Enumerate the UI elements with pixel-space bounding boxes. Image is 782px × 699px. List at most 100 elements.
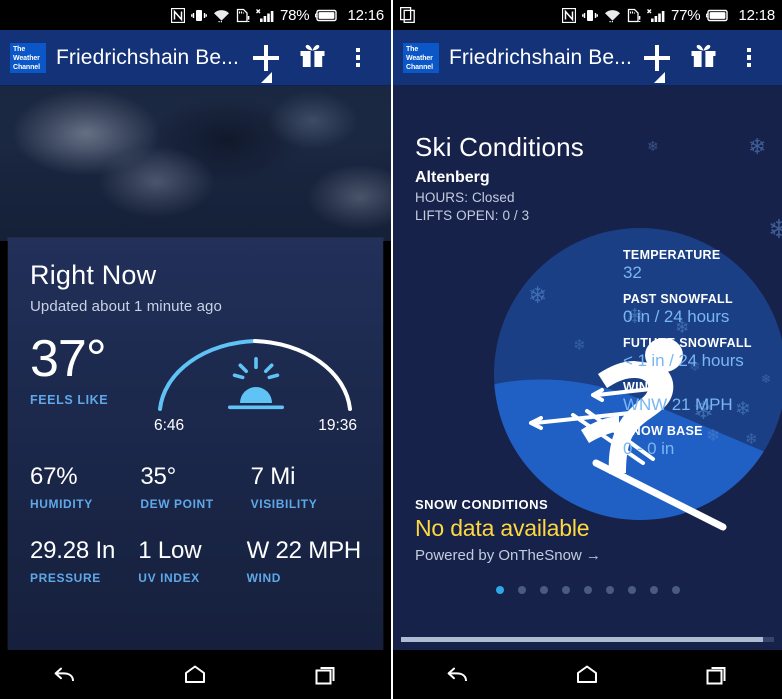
clock-right: 12:18 (738, 6, 775, 24)
back-button-left[interactable] (33, 650, 97, 699)
ski-stat-label-temperature: TEMPERATURE (623, 248, 721, 262)
snow-conditions-block: SNOW CONDITIONS No data available Powere… (415, 497, 601, 564)
recents-button-left[interactable] (294, 650, 358, 699)
ski-stat-value-snow-base: 0 - 0 in (623, 439, 675, 458)
feels-like-block: 37° FEELS LIKE (30, 333, 148, 408)
metric-value: 1 Low (138, 537, 202, 564)
snowflake-icon: ❄ (573, 337, 586, 354)
home-icon (577, 665, 598, 683)
ski-header-block: Ski Conditions Altenberg HOURS: Closed L… (415, 132, 584, 223)
status-bar-icons-right: 77% 12:18 (562, 7, 775, 24)
plus-icon (644, 44, 670, 71)
gift-icon (299, 42, 326, 73)
snowflake-icon: ❄ (528, 282, 548, 308)
metric-value: 35° (140, 463, 177, 490)
right-now-main-row: 37° FEELS LIKE 6:46 19:36 (30, 333, 361, 435)
status-bar-right: 77% 12:18 (393, 0, 782, 30)
phone-screen-left: 78% 12:16 The Weather Channel Friedrichs… (0, 0, 391, 699)
logo-line-1: The (13, 45, 26, 53)
logo-line-3: Channel (406, 64, 433, 72)
gift-button-right[interactable] (680, 34, 726, 82)
metric-label: DEW POINT (140, 497, 214, 511)
more-vert-icon (355, 47, 361, 68)
metric-uv-index: 1 Low UV INDEX (138, 537, 246, 585)
metric-label: PRESSURE (30, 571, 101, 585)
overflow-menu-button-right[interactable] (726, 34, 772, 82)
page-dot[interactable] (561, 586, 570, 594)
battery-icon (315, 9, 338, 22)
ski-stat-value-past-snowfall: 0 in / 24 hours (623, 307, 730, 326)
sun-icon (228, 357, 284, 410)
location-title-wrap-left[interactable]: Friedrichshain Be... (56, 46, 272, 83)
metric-label: VISIBILITY (250, 497, 318, 511)
logo-line-3: Channel (13, 64, 40, 72)
page-dot[interactable] (627, 586, 636, 594)
metric-label: UV INDEX (138, 571, 200, 585)
page-title-right[interactable]: Friedrichshain Be... (449, 46, 634, 70)
page-dot[interactable] (517, 586, 526, 594)
back-button-right[interactable] (426, 650, 490, 699)
page-dot[interactable] (605, 586, 614, 594)
android-nav-bar-left (0, 650, 391, 699)
page-indicator-dots[interactable] (393, 586, 782, 594)
logo-line-2: Weather (406, 54, 433, 62)
battery-icon (706, 9, 729, 22)
battery-percent-right: 77% (671, 6, 701, 24)
page-dot[interactable] (539, 586, 548, 594)
home-button-right[interactable] (555, 650, 619, 699)
ski-conditions-card: ❄ ❄ ❄ ❄ ❄ ❄ ❄ ❄ ❄ ❄ ❄ ❄ ❄ Ski Conditions… (393, 86, 782, 650)
nfc-icon (562, 7, 577, 23)
metric-visibility: 7 Mi VISIBILITY (251, 463, 361, 511)
horizontal-scrollbar[interactable] (401, 637, 774, 642)
right-now-title: Right Now (30, 260, 157, 290)
right-now-updated: Updated about 1 minute ago (30, 298, 222, 315)
snow-conditions-value: No data available (415, 515, 590, 541)
metric-humidity: 67% HUMIDITY (30, 463, 140, 511)
phone-screen-right: 77% 12:18 The Weather Channel Friedrichs… (391, 0, 782, 699)
ski-resort-name: Altenberg (415, 169, 490, 186)
gift-button-left[interactable] (289, 34, 335, 82)
metric-value: W 22 MPH (246, 537, 362, 564)
sdcard-alert-icon (627, 8, 641, 23)
ski-stat-value-temperature: 32 (623, 263, 642, 282)
battery-percent-left: 78% (280, 6, 310, 24)
powered-by-link[interactable]: Powered by OnTheSnow → (415, 547, 601, 564)
signal-bars-icon (647, 8, 665, 23)
page-dot[interactable] (671, 586, 680, 594)
ski-stats-list: TEMPERATURE 32 PAST SNOWFALL 0 in / 24 h… (623, 248, 782, 468)
recents-icon (706, 666, 726, 684)
page-title-left[interactable]: Friedrichshain Be... (56, 46, 243, 70)
weather-hero-photo (0, 86, 391, 241)
vibrate-icon (582, 8, 598, 23)
logo-line-1: The (406, 45, 419, 53)
page-dot[interactable] (649, 586, 658, 594)
page-dot[interactable] (583, 586, 592, 594)
logo-line-2: Weather (13, 54, 40, 62)
status-bar-icons-left: 78% 12:16 (171, 7, 384, 24)
android-nav-bar-right (393, 650, 782, 699)
location-title-wrap-right[interactable]: Friedrichshain Be... (449, 46, 665, 83)
dropdown-caret-icon-right[interactable] (654, 71, 665, 83)
recents-button-right[interactable] (685, 650, 749, 699)
ski-stat-label-future-snowfall: FUTURE SNOWFALL (623, 336, 752, 350)
wifi-icon (604, 8, 621, 23)
snowflake-icon: ❄ (647, 138, 659, 154)
weather-metrics-grid: 67% HUMIDITY 35° DEW POINT 7 Mi VISIBILI… (30, 463, 361, 585)
sunset-time: 19:36 (318, 417, 357, 434)
page-dot[interactable] (495, 586, 504, 594)
ski-conditions-title: Ski Conditions (415, 132, 584, 162)
snowflake-icon: ❄ (748, 134, 767, 159)
overflow-menu-button-left[interactable] (335, 34, 381, 82)
screenshot-icon (400, 7, 417, 23)
scrollbar-thumb[interactable] (401, 637, 763, 642)
status-bar-notifications-right (400, 7, 562, 23)
home-button-left[interactable] (163, 650, 227, 699)
metric-pressure: 29.28 In PRESSURE (30, 537, 138, 585)
plus-icon (253, 44, 279, 71)
more-vert-icon (746, 47, 752, 68)
gift-icon (690, 42, 717, 73)
app-bar-left: The Weather Channel Friedrichshain Be... (0, 30, 391, 86)
dropdown-caret-icon-left[interactable] (261, 71, 272, 83)
wifi-icon (213, 8, 230, 23)
ski-stat-label-snow-base: SNOW BASE (623, 424, 703, 438)
